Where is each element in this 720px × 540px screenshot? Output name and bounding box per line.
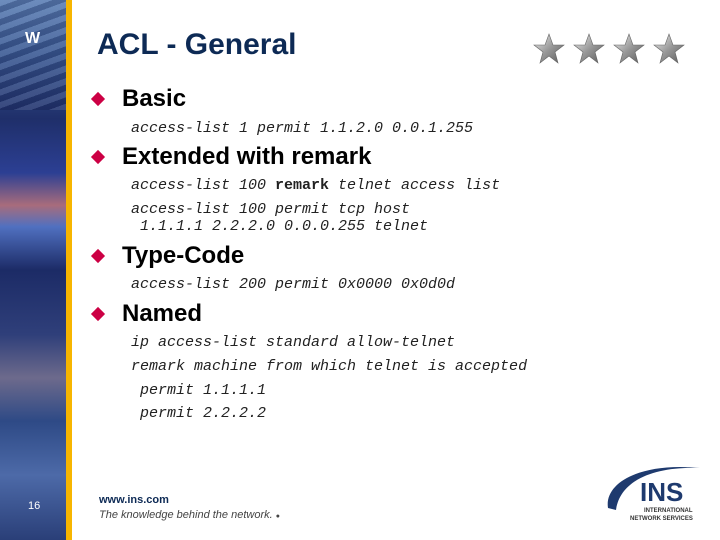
page-number: 16 (28, 500, 41, 512)
section-heading: Extended with remark (122, 143, 372, 170)
sidebar-photo-strip (0, 0, 66, 540)
diamond-bullet-icon (90, 306, 106, 322)
sidebar-accent-bar (66, 0, 72, 540)
code-line: ip access-list standard allow-telnet (131, 334, 456, 351)
footer-tagline: The knowledge behind the network. ● (99, 509, 280, 521)
bullet-type-code: Type-Code (90, 242, 244, 270)
logo-sub2-text: NETWORK SERVICES (630, 516, 693, 522)
code-line: access-list 1 permit 1.1.2.0 0.0.1.255 (131, 120, 474, 137)
rating-stars (533, 33, 685, 65)
star-icon (653, 33, 685, 64)
code-line: access-list 100 permit tcp host (131, 201, 411, 218)
code-line: remark machine from which telnet is acce… (131, 358, 528, 375)
logo-sub1-text: INTERNATIONAL (644, 508, 693, 514)
code-pre: access-list 100 (131, 177, 276, 194)
code-line: permit 1.1.1.1 (131, 382, 267, 399)
diamond-bullet-icon (90, 149, 106, 165)
code-line: access-list 200 permit 0x0000 0x0d0d (131, 276, 456, 293)
diamond-bullet-icon (90, 248, 106, 264)
diamond-bullet-icon (90, 91, 106, 107)
slide-title: ACL - General (97, 28, 297, 61)
logo-main-text: INS (640, 477, 683, 507)
code-line: permit 2.2.2.2 (131, 405, 267, 422)
section-heading: Named (122, 300, 203, 327)
code-line: access-list 100 remark telnet access lis… (131, 177, 500, 195)
bullet-basic: Basic (90, 85, 186, 113)
ins-logo: INS INTERNATIONAL NETWORK SERVICES (607, 466, 700, 522)
section-heading: Basic (122, 85, 187, 112)
star-icon (573, 33, 605, 64)
star-icon (533, 33, 565, 64)
star-icon (613, 33, 645, 64)
code-line: 1.1.1.1 2.2.2.0 0.0.0.255 telnet (131, 218, 429, 235)
bullet-named: Named (90, 300, 202, 328)
code-keyword-bold: remark (275, 177, 330, 194)
registered-mark-icon: ● (275, 513, 280, 520)
footer-url-link[interactable]: www.ins.com (99, 494, 169, 506)
sidebar-logo-letter: W (25, 30, 41, 47)
section-heading: Type-Code (122, 242, 245, 269)
code-post: telnet access list (329, 177, 501, 194)
bullet-extended: Extended with remark (90, 143, 371, 171)
tagline-text: The knowledge behind the network. (99, 509, 273, 521)
